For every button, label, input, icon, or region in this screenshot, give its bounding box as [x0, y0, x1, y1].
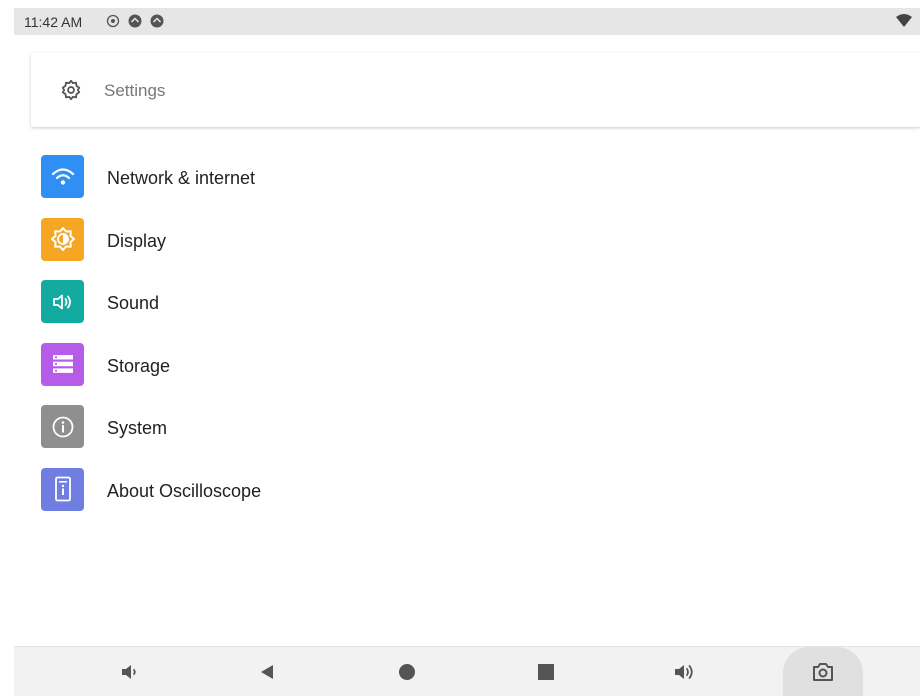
device-icon — [41, 467, 84, 511]
volume-down-button[interactable] — [100, 647, 160, 696]
storage-icon — [41, 342, 84, 386]
search-placeholder: Settings — [104, 81, 166, 100]
home-icon — [399, 664, 415, 680]
recents-icon — [538, 664, 554, 680]
info-icon — [41, 405, 84, 448]
home-button[interactable] — [377, 647, 437, 696]
settings-screen: 11:42 AM Settings Network & internet Dis… — [0, 0, 920, 696]
menu-item-system[interactable]: System — [0, 395, 920, 458]
wifi-icon — [896, 14, 912, 27]
gear-icon — [61, 79, 81, 101]
back-icon — [261, 665, 273, 679]
volume-up-button[interactable] — [655, 647, 715, 696]
status-time: 11:42 AM — [24, 14, 83, 30]
status-bar: 11:42 AM — [14, 8, 920, 35]
wifi-icon — [41, 155, 84, 198]
volume-up-icon — [675, 665, 693, 679]
menu-item-network[interactable]: Network & internet — [0, 145, 920, 208]
menu-label: Network & internet — [107, 168, 256, 188]
notification-icon — [150, 14, 164, 28]
record-icon — [106, 14, 120, 28]
menu-item-display[interactable]: Display — [0, 208, 920, 271]
screenshot-button[interactable] — [783, 647, 863, 696]
menu-label: Storage — [107, 355, 171, 376]
camera-icon — [813, 663, 833, 681]
menu-item-about[interactable]: About Oscilloscope — [0, 458, 920, 521]
volume-down-icon — [122, 665, 136, 679]
menu-label: System — [107, 418, 168, 438]
brightness-icon — [41, 217, 84, 261]
menu-item-storage[interactable]: Storage — [0, 333, 920, 396]
speaker-icon — [41, 280, 84, 323]
notification-icon — [128, 14, 142, 28]
menu-label: Display — [107, 230, 167, 251]
settings-menu: Network & internet Display Sound Storage… — [0, 145, 920, 520]
menu-label: Sound — [107, 293, 160, 313]
recents-button[interactable] — [516, 647, 576, 696]
back-button[interactable] — [237, 647, 297, 696]
navigation-bar — [14, 646, 920, 696]
settings-search-bar[interactable]: Settings — [31, 53, 920, 127]
menu-label: About Oscilloscope — [107, 480, 262, 501]
menu-item-sound[interactable]: Sound — [0, 270, 920, 333]
